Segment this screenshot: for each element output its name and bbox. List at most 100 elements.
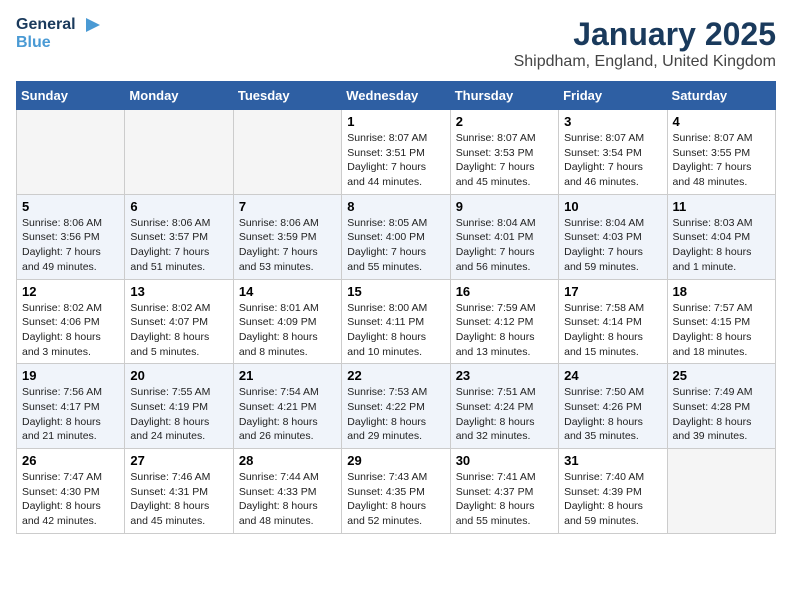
day-number: 28 [239, 453, 336, 468]
cell-info: Sunrise: 8:01 AM Sunset: 4:09 PM Dayligh… [239, 301, 336, 360]
calendar-cell: 13 Sunrise: 8:02 AM Sunset: 4:07 PM Dayli… [125, 279, 233, 364]
day-number: 16 [456, 284, 553, 299]
calendar-cell: 4 Sunrise: 8:07 AM Sunset: 3:55 PM Daylig… [667, 110, 775, 195]
day-number: 12 [22, 284, 119, 299]
calendar-cell: 16 Sunrise: 7:59 AM Sunset: 4:12 PM Dayli… [450, 279, 558, 364]
day-number: 22 [347, 368, 444, 383]
day-number: 25 [673, 368, 770, 383]
calendar-cell [125, 110, 233, 195]
calendar-cell: 18 Sunrise: 7:57 AM Sunset: 4:15 PM Dayli… [667, 279, 775, 364]
day-number: 1 [347, 114, 444, 129]
cell-info: Sunrise: 7:56 AM Sunset: 4:17 PM Dayligh… [22, 385, 119, 444]
calendar-cell [233, 110, 341, 195]
calendar-cell: 11Sunrise: 8:03 AM Sunset: 4:04 PM Dayli… [667, 194, 775, 279]
weekday-header: Tuesday [233, 82, 341, 110]
calendar-cell: 29 Sunrise: 7:43 AM Sunset: 4:35 PM Dayli… [342, 449, 450, 534]
calendar-cell: 15 Sunrise: 8:00 AM Sunset: 4:11 PM Dayli… [342, 279, 450, 364]
calendar-cell: 27Sunrise: 7:46 AM Sunset: 4:31 PM Dayli… [125, 449, 233, 534]
logo-blue: Blue [16, 34, 51, 51]
weekday-header: Monday [125, 82, 233, 110]
cell-info: Sunrise: 8:02 AM Sunset: 4:06 PM Dayligh… [22, 301, 119, 360]
day-number: 13 [130, 284, 227, 299]
calendar-cell: 12 Sunrise: 8:02 AM Sunset: 4:06 PM Dayli… [17, 279, 125, 364]
cell-info: Sunrise: 8:05 AM Sunset: 4:00 PM Dayligh… [347, 216, 444, 275]
calendar-cell: 21 Sunrise: 7:54 AM Sunset: 4:21 PM Dayli… [233, 364, 341, 449]
calendar-cell: 30Sunrise: 7:41 AM Sunset: 4:37 PM Dayli… [450, 449, 558, 534]
calendar-week-row: 1 Sunrise: 8:07 AM Sunset: 3:51 PM Daylig… [17, 110, 776, 195]
calendar-cell: 2Sunrise: 8:07 AM Sunset: 3:53 PM Daylig… [450, 110, 558, 195]
day-number: 15 [347, 284, 444, 299]
day-number: 19 [22, 368, 119, 383]
day-number: 2 [456, 114, 553, 129]
calendar-cell: 1 Sunrise: 8:07 AM Sunset: 3:51 PM Daylig… [342, 110, 450, 195]
cell-info: Sunrise: 8:00 AM Sunset: 4:11 PM Dayligh… [347, 301, 444, 360]
calendar-week-row: 19 Sunrise: 7:56 AM Sunset: 4:17 PM Dayli… [17, 364, 776, 449]
cell-info: Sunrise: 8:04 AM Sunset: 4:01 PM Dayligh… [456, 216, 553, 275]
cell-info: Sunrise: 7:55 AM Sunset: 4:19 PM Dayligh… [130, 385, 227, 444]
logo-text-block: General Blue [16, 16, 100, 52]
cell-info: Sunrise: 7:43 AM Sunset: 4:35 PM Dayligh… [347, 470, 444, 529]
logo-arrow-icon [82, 16, 100, 34]
day-number: 27 [130, 453, 227, 468]
calendar-week-row: 12 Sunrise: 8:02 AM Sunset: 4:06 PM Dayli… [17, 279, 776, 364]
calendar-cell: 9 Sunrise: 8:04 AM Sunset: 4:01 PM Daylig… [450, 194, 558, 279]
weekday-header: Wednesday [342, 82, 450, 110]
day-number: 30 [456, 453, 553, 468]
calendar-cell: 31Sunrise: 7:40 AM Sunset: 4:39 PM Dayli… [559, 449, 667, 534]
cell-info: Sunrise: 7:51 AM Sunset: 4:24 PM Dayligh… [456, 385, 553, 444]
calendar-subtitle: Shipdham, England, United Kingdom [514, 53, 776, 71]
page-header: General Blue January 2025 Shipdham, Engl… [16, 16, 776, 71]
day-number: 14 [239, 284, 336, 299]
day-number: 23 [456, 368, 553, 383]
calendar-cell: 3 Sunrise: 8:07 AM Sunset: 3:54 PM Daylig… [559, 110, 667, 195]
weekday-header: Friday [559, 82, 667, 110]
cell-info: Sunrise: 7:57 AM Sunset: 4:15 PM Dayligh… [673, 301, 770, 360]
cell-info: Sunrise: 8:07 AM Sunset: 3:51 PM Dayligh… [347, 131, 444, 190]
cell-info: Sunrise: 8:06 AM Sunset: 3:56 PM Dayligh… [22, 216, 119, 275]
day-number: 21 [239, 368, 336, 383]
calendar-title: January 2025 [514, 16, 776, 53]
day-number: 26 [22, 453, 119, 468]
logo: General Blue [16, 16, 100, 52]
day-number: 18 [673, 284, 770, 299]
calendar-table: SundayMondayTuesdayWednesdayThursdayFrid… [16, 81, 776, 534]
day-number: 8 [347, 199, 444, 214]
day-number: 3 [564, 114, 661, 129]
cell-info: Sunrise: 8:07 AM Sunset: 3:54 PM Dayligh… [564, 131, 661, 190]
day-number: 24 [564, 368, 661, 383]
calendar-cell: 14 Sunrise: 8:01 AM Sunset: 4:09 PM Dayli… [233, 279, 341, 364]
calendar-cell: 22Sunrise: 7:53 AM Sunset: 4:22 PM Dayli… [342, 364, 450, 449]
cell-info: Sunrise: 8:07 AM Sunset: 3:55 PM Dayligh… [673, 131, 770, 190]
weekday-header: Sunday [17, 82, 125, 110]
calendar-cell: 10Sunrise: 8:04 AM Sunset: 4:03 PM Dayli… [559, 194, 667, 279]
weekday-header: Thursday [450, 82, 558, 110]
cell-info: Sunrise: 7:50 AM Sunset: 4:26 PM Dayligh… [564, 385, 661, 444]
logo-general: General [16, 16, 76, 33]
day-number: 5 [22, 199, 119, 214]
calendar-cell [17, 110, 125, 195]
day-number: 17 [564, 284, 661, 299]
calendar-week-row: 26 Sunrise: 7:47 AM Sunset: 4:30 PM Dayli… [17, 449, 776, 534]
cell-info: Sunrise: 7:49 AM Sunset: 4:28 PM Dayligh… [673, 385, 770, 444]
cell-info: Sunrise: 8:02 AM Sunset: 4:07 PM Dayligh… [130, 301, 227, 360]
calendar-cell: 8 Sunrise: 8:05 AM Sunset: 4:00 PM Daylig… [342, 194, 450, 279]
cell-info: Sunrise: 7:58 AM Sunset: 4:14 PM Dayligh… [564, 301, 661, 360]
weekday-header-row: SundayMondayTuesdayWednesdayThursdayFrid… [17, 82, 776, 110]
cell-info: Sunrise: 7:54 AM Sunset: 4:21 PM Dayligh… [239, 385, 336, 444]
day-number: 10 [564, 199, 661, 214]
calendar-cell: 7Sunrise: 8:06 AM Sunset: 3:59 PM Daylig… [233, 194, 341, 279]
calendar-cell: 5 Sunrise: 8:06 AM Sunset: 3:56 PM Daylig… [17, 194, 125, 279]
day-number: 6 [130, 199, 227, 214]
day-number: 9 [456, 199, 553, 214]
weekday-header: Saturday [667, 82, 775, 110]
cell-info: Sunrise: 7:47 AM Sunset: 4:30 PM Dayligh… [22, 470, 119, 529]
calendar-cell: 19 Sunrise: 7:56 AM Sunset: 4:17 PM Dayli… [17, 364, 125, 449]
calendar-cell [667, 449, 775, 534]
cell-info: Sunrise: 8:03 AM Sunset: 4:04 PM Dayligh… [673, 216, 770, 275]
cell-info: Sunrise: 8:06 AM Sunset: 3:59 PM Dayligh… [239, 216, 336, 275]
day-number: 4 [673, 114, 770, 129]
day-number: 29 [347, 453, 444, 468]
cell-info: Sunrise: 7:59 AM Sunset: 4:12 PM Dayligh… [456, 301, 553, 360]
cell-info: Sunrise: 7:40 AM Sunset: 4:39 PM Dayligh… [564, 470, 661, 529]
calendar-cell: 23 Sunrise: 7:51 AM Sunset: 4:24 PM Dayli… [450, 364, 558, 449]
